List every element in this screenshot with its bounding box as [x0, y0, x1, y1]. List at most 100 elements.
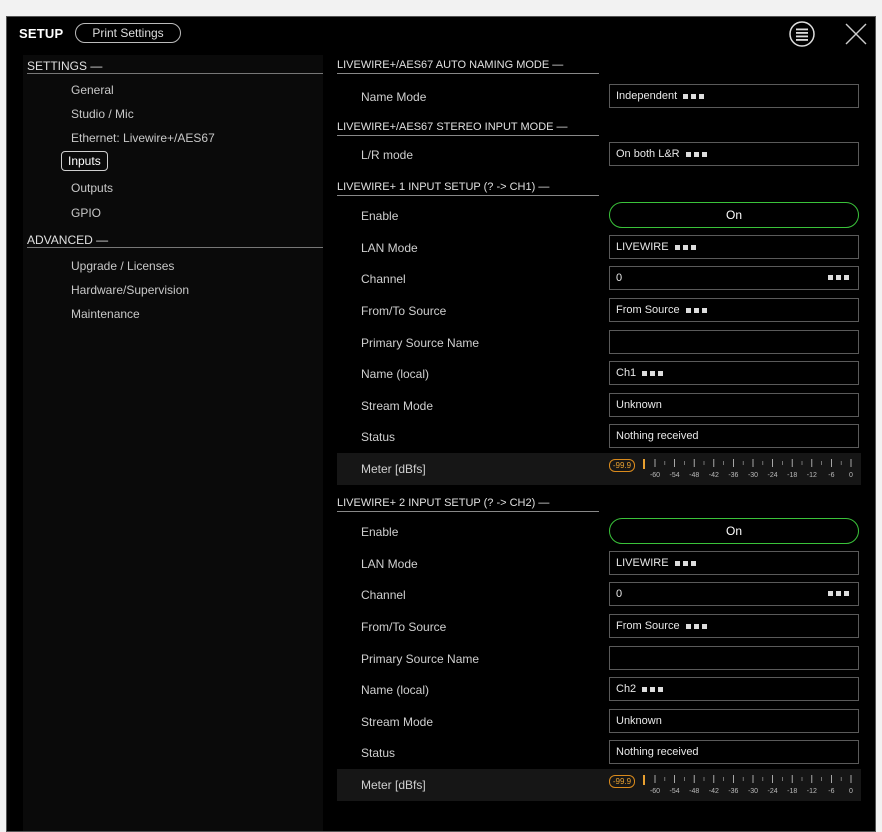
- status-field: Nothing received: [609, 424, 859, 448]
- lr-mode-select[interactable]: On both L&R: [609, 142, 859, 166]
- more-options-icon: [828, 275, 852, 280]
- lan-mode-select[interactable]: LIVEWIRE: [609, 551, 859, 575]
- more-options-icon: [685, 143, 710, 165]
- lr-mode-label: L/R mode: [361, 148, 414, 162]
- meter-tick-label: -6: [828, 788, 834, 795]
- lan-mode-select[interactable]: LIVEWIRE: [609, 235, 859, 259]
- meter-tick-label: -18: [787, 788, 797, 795]
- meter-tick-label: -6: [828, 472, 834, 479]
- sidebar-item-studio-mic[interactable]: Studio / Mic: [71, 107, 134, 121]
- more-options-icon: [828, 591, 852, 596]
- meter-tick-label: -30: [748, 788, 758, 795]
- meter-label: Meter [dBfs]: [361, 462, 426, 476]
- channel-value: 0: [616, 272, 623, 284]
- enable-label: Enable: [361, 525, 399, 539]
- meter-tick-label: 0: [849, 472, 853, 479]
- meter-tick-label: -48: [689, 788, 699, 795]
- meter-scale: -60 -54 -48 -42 -36 -30 -24 -18 -12 -6 0: [643, 775, 853, 795]
- more-options-icon: [685, 299, 710, 321]
- enable-label: Enable: [361, 209, 399, 223]
- channel-field[interactable]: 0: [609, 582, 859, 606]
- channel-value: 0: [616, 588, 623, 600]
- list-menu-icon[interactable]: [788, 20, 816, 48]
- primary-source-name-input[interactable]: [609, 646, 859, 670]
- lan-mode-value: LIVEWIRE: [616, 241, 669, 253]
- meter-tick-label: -48: [689, 472, 699, 479]
- settings-section-label[interactable]: SETTINGS —: [27, 59, 102, 73]
- section-title-input1: LIVEWIRE+ 1 INPUT SETUP (? -> CH1) —: [337, 181, 550, 193]
- lan-mode-value: LIVEWIRE: [616, 557, 669, 569]
- print-settings-button[interactable]: Print Settings: [75, 23, 181, 43]
- section-title-stereo: LIVEWIRE+/AES67 STEREO INPUT MODE —: [337, 121, 568, 133]
- name-local-value: Ch2: [616, 683, 637, 695]
- meter-tick-label: -36: [728, 472, 738, 479]
- more-options-icon: [674, 236, 699, 258]
- advanced-section-label[interactable]: ADVANCED —: [27, 233, 108, 247]
- from-to-source-value: From Source: [616, 304, 680, 316]
- name-local-label: Name (local): [361, 367, 430, 381]
- meter-tick-label: -54: [670, 472, 680, 479]
- meter-label: Meter [dBfs]: [361, 778, 426, 792]
- name-mode-select[interactable]: Independent: [609, 84, 859, 108]
- name-local-input[interactable]: Ch2: [609, 677, 859, 701]
- close-icon[interactable]: [843, 21, 869, 47]
- stream-mode-field: Unknown: [609, 709, 859, 733]
- channel-label: Channel: [361, 272, 406, 286]
- from-to-source-label: From/To Source: [361, 304, 447, 318]
- lan-mode-label: LAN Mode: [361, 241, 418, 255]
- divider: [337, 135, 599, 136]
- enable-toggle[interactable]: On: [609, 202, 859, 228]
- header-bar: SETUP Print Settings: [7, 17, 875, 53]
- from-to-source-value: From Source: [616, 620, 680, 632]
- meter-tick-label: 0: [849, 788, 853, 795]
- more-options-icon: [685, 615, 710, 637]
- primary-source-name-label: Primary Source Name: [361, 652, 480, 666]
- name-mode-label: Name Mode: [361, 90, 427, 104]
- sidebar-item-upgrade[interactable]: Upgrade / Licenses: [71, 259, 174, 273]
- meter-tick-label: -42: [709, 788, 719, 795]
- meter-tick-label: -24: [768, 788, 778, 795]
- status-field: Nothing received: [609, 740, 859, 764]
- meter-tick-label: -36: [728, 788, 738, 795]
- meter-value-badge: -99.9: [609, 459, 635, 472]
- setup-window: SETUP Print Settings SETTINGS — General …: [6, 16, 876, 832]
- divider: [27, 247, 323, 248]
- primary-source-name-input[interactable]: [609, 330, 859, 354]
- more-options-icon: [642, 678, 666, 700]
- section-title-naming: LIVEWIRE+/AES67 AUTO NAMING MODE —: [337, 59, 564, 71]
- sidebar-item-hardware[interactable]: Hardware/Supervision: [71, 283, 189, 297]
- sidebar-item-general[interactable]: General: [71, 83, 114, 97]
- status-label: Status: [361, 746, 396, 760]
- from-to-source-select[interactable]: From Source: [609, 614, 859, 638]
- divider: [337, 195, 599, 196]
- from-to-source-select[interactable]: From Source: [609, 298, 859, 322]
- lr-mode-value: On both L&R: [616, 148, 680, 160]
- meter-scale: -60 -54 -48 -42 -36 -30 -24 -18 -12 -6 0: [643, 459, 853, 479]
- meter-tick-label: -18: [787, 472, 797, 479]
- meter-tick-label: -30: [748, 472, 758, 479]
- more-options-icon: [674, 552, 699, 574]
- name-local-label: Name (local): [361, 683, 430, 697]
- name-local-input[interactable]: Ch1: [609, 361, 859, 385]
- sidebar: SETTINGS — General Studio / Mic Ethernet…: [23, 55, 323, 831]
- meter-tick-label: -54: [670, 788, 680, 795]
- lan-mode-label: LAN Mode: [361, 557, 418, 571]
- sidebar-item-maintenance[interactable]: Maintenance: [71, 307, 140, 321]
- meter-value-badge: -99.9: [609, 775, 635, 788]
- stream-mode-label: Stream Mode: [361, 399, 434, 413]
- primary-source-name-label: Primary Source Name: [361, 336, 480, 350]
- meter-tick-label: -60: [650, 788, 660, 795]
- divider: [27, 73, 323, 74]
- sidebar-item-ethernet[interactable]: Ethernet: Livewire+/AES67: [71, 131, 215, 145]
- enable-toggle[interactable]: On: [609, 518, 859, 544]
- name-mode-value: Independent: [616, 90, 678, 102]
- meter-tick-label: -42: [709, 472, 719, 479]
- sidebar-item-gpio[interactable]: GPIO: [71, 206, 101, 220]
- sidebar-item-outputs[interactable]: Outputs: [71, 181, 113, 195]
- meter-tick-label: -24: [768, 472, 778, 479]
- section-title-input2: LIVEWIRE+ 2 INPUT SETUP (? -> CH2) —: [337, 497, 550, 509]
- sidebar-item-inputs[interactable]: Inputs: [61, 151, 108, 171]
- meter-needle: [643, 459, 645, 469]
- stream-mode-field: Unknown: [609, 393, 859, 417]
- channel-field[interactable]: 0: [609, 266, 859, 290]
